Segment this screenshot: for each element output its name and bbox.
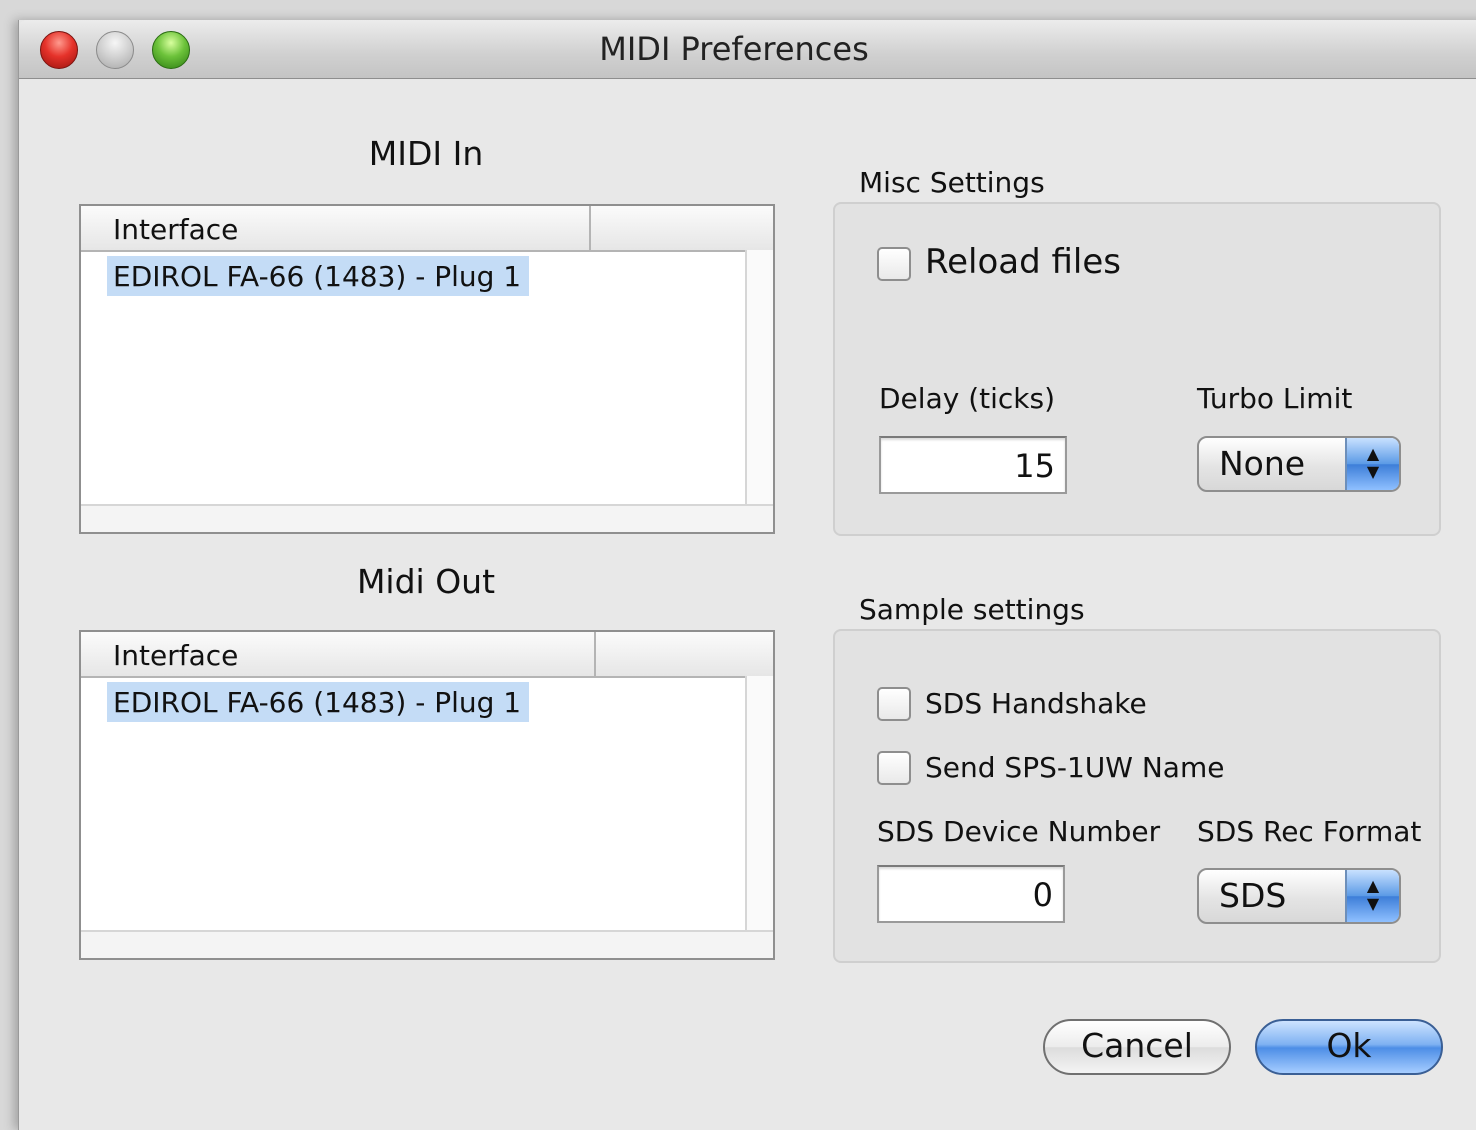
- sds-rec-format-value: SDS: [1219, 876, 1287, 915]
- column-divider: [594, 632, 596, 676]
- column-divider: [589, 206, 591, 250]
- delay-label: Delay (ticks): [879, 382, 1055, 415]
- midi-out-horizontal-scrollbar[interactable]: [81, 930, 773, 958]
- up-down-arrows-icon: ▲ ▼: [1345, 438, 1399, 490]
- turbo-limit-label: Turbo Limit: [1197, 382, 1353, 415]
- sds-rec-format-popup[interactable]: SDS ▲ ▼: [1197, 868, 1401, 924]
- midi-out-list-header: Interface: [81, 632, 773, 678]
- sds-handshake-checkbox[interactable]: [877, 687, 911, 721]
- misc-settings-label: Misc Settings: [859, 166, 1045, 199]
- sds-device-number-label: SDS Device Number: [877, 815, 1161, 848]
- title-bar[interactable]: MIDI Preferences: [19, 20, 1476, 79]
- sds-device-number-input[interactable]: 0: [877, 865, 1065, 923]
- sample-settings-group: SDS Handshake Send SPS-1UW Name SDS Devi…: [833, 629, 1441, 963]
- midi-out-heading: Midi Out: [356, 562, 496, 601]
- midi-in-list[interactable]: Interface EDIROL FA-66 (1483) - Plug 1: [79, 204, 775, 534]
- midi-in-heading: MIDI In: [368, 134, 484, 173]
- midi-in-horizontal-scrollbar[interactable]: [81, 504, 773, 532]
- preferences-window: MIDI Preferences MIDI In Interface EDIRO…: [18, 20, 1476, 1130]
- sample-settings-label: Sample settings: [859, 593, 1085, 626]
- midi-in-interface-column-header[interactable]: Interface: [81, 206, 591, 250]
- send-name-checkbox[interactable]: [877, 751, 911, 785]
- turbo-limit-value: None: [1219, 444, 1306, 483]
- window-title: MIDI Preferences: [599, 30, 869, 68]
- sds-handshake-label[interactable]: SDS Handshake: [925, 687, 1147, 720]
- sds-rec-format-label: SDS Rec Format: [1197, 815, 1422, 848]
- midi-in-vertical-scrollbar[interactable]: [745, 250, 773, 504]
- ok-button[interactable]: Ok: [1255, 1019, 1443, 1075]
- cancel-button[interactable]: Cancel: [1043, 1019, 1231, 1075]
- reload-files-label[interactable]: Reload files: [925, 242, 1121, 282]
- delay-input[interactable]: 15: [879, 436, 1067, 494]
- midi-out-vertical-scrollbar[interactable]: [745, 676, 773, 930]
- midi-in-list-header: Interface: [81, 206, 773, 252]
- midi-out-interface-column-header[interactable]: Interface: [81, 632, 596, 676]
- reload-files-checkbox[interactable]: [877, 247, 911, 281]
- up-down-arrows-icon: ▲ ▼: [1345, 870, 1399, 922]
- midi-in-list-item[interactable]: EDIROL FA-66 (1483) - Plug 1: [107, 256, 530, 296]
- midi-out-list[interactable]: Interface EDIROL FA-66 (1483) - Plug 1: [79, 630, 775, 960]
- midi-out-list-item[interactable]: EDIROL FA-66 (1483) - Plug 1: [107, 682, 530, 722]
- misc-settings-group: Reload files Delay (ticks) 15 Turbo Limi…: [833, 202, 1441, 536]
- send-name-label[interactable]: Send SPS-1UW Name: [925, 751, 1224, 784]
- turbo-limit-popup[interactable]: None ▲ ▼: [1197, 436, 1401, 492]
